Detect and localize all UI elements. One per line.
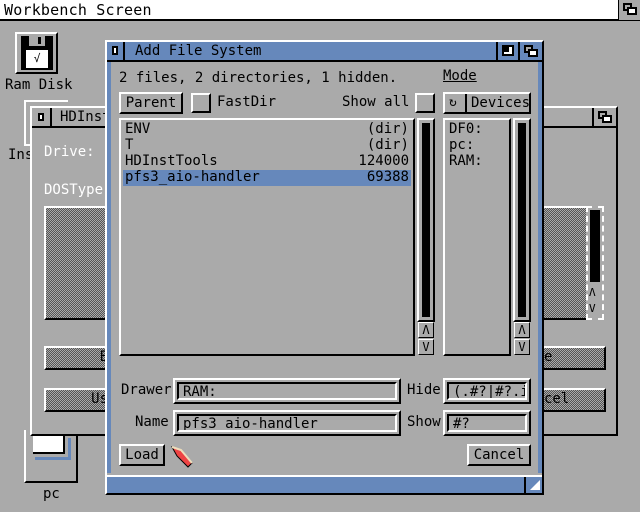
file-scroll-down-icon[interactable]: V xyxy=(418,339,434,355)
scroll-knob[interactable] xyxy=(422,123,430,317)
requester-title-bar[interactable]: Add File System xyxy=(107,42,542,62)
dostype-label: DOSType xyxy=(44,182,104,198)
dostype-list-left[interactable] xyxy=(44,206,114,320)
list-item[interactable]: HDInstTools 124000 xyxy=(123,154,411,168)
volume-scroll-down-icon[interactable]: V xyxy=(514,339,530,355)
hide-pattern-field[interactable]: (.#?|#?.i xyxy=(443,378,531,404)
file-list-scrollbar[interactable] xyxy=(417,118,435,322)
list-item[interactable]: pc: xyxy=(447,138,507,152)
screen-depth-gadget[interactable] xyxy=(618,0,640,20)
hdinst-title: HDInst xyxy=(60,109,111,125)
cycle-icon: ↻ xyxy=(449,95,457,110)
list-item[interactable]: DF0: xyxy=(447,122,507,136)
cancel-button[interactable]: Cancel xyxy=(467,444,531,466)
volume-scroll-up-icon[interactable]: Λ xyxy=(514,322,530,338)
resize-icon xyxy=(530,480,540,490)
fastdir-label: FastDir xyxy=(217,94,277,110)
requester-title: Add File System xyxy=(135,43,262,59)
depth-icon xyxy=(524,45,538,57)
hdinst-button-2[interactable]: e xyxy=(540,346,606,370)
drive-label: Drive: xyxy=(44,144,95,160)
ram-disk-icon[interactable]: √ xyxy=(15,32,58,74)
hdinst-depth-gadget[interactable] xyxy=(592,108,616,126)
drawer-label: Drawer xyxy=(121,382,172,398)
list-item[interactable]: RAM: xyxy=(447,154,507,168)
name-field[interactable]: pfs3_aio-handler xyxy=(173,410,401,436)
screen-title: Workbench Screen xyxy=(4,1,152,19)
show-label: Show xyxy=(407,414,441,430)
volume-list[interactable]: DF0: pc: RAM: xyxy=(443,118,511,356)
drawer-field[interactable]: RAM: xyxy=(173,378,401,404)
floppy-icon: √ xyxy=(21,36,53,70)
hdinst-scrollbar[interactable]: Λ V xyxy=(586,206,604,320)
mouse-pointer-icon xyxy=(171,446,193,468)
dostype-list-right[interactable] xyxy=(540,206,588,320)
list-item-selected[interactable]: pfs3_aio-handler 69388 xyxy=(123,170,411,186)
volume-list-scrollbar[interactable] xyxy=(513,118,531,322)
scroll-up-icon[interactable]: Λ xyxy=(589,286,596,299)
show-all-label: Show all xyxy=(342,94,410,110)
depth-icon xyxy=(623,3,637,15)
parent-button[interactable]: Parent xyxy=(119,92,183,114)
close-icon xyxy=(112,46,118,55)
scroll-knob[interactable] xyxy=(518,123,526,317)
hdinst-button-1[interactable]: E xyxy=(44,346,114,370)
screen-title-bar: Workbench Screen xyxy=(0,0,640,21)
fastdir-checkbox[interactable] xyxy=(191,93,211,113)
file-list[interactable]: ENV (dir) T (dir) HDInstTools 124000 pfs… xyxy=(119,118,415,356)
requester-bottom-border xyxy=(107,475,542,493)
requester-depth-gadget[interactable] xyxy=(518,42,542,60)
hdinst-cancel-button[interactable]: cel xyxy=(540,388,606,412)
zoom-gadget[interactable] xyxy=(496,42,518,60)
file-scroll-up-icon[interactable]: Λ xyxy=(418,322,434,338)
show-all-checkbox[interactable] xyxy=(415,93,435,113)
scroll-down-icon[interactable]: V xyxy=(589,302,596,315)
add-file-system-requester: Add File System 2 files, 2 directories, … xyxy=(105,40,544,495)
devices-cycle-button[interactable]: ↻ Devices xyxy=(443,92,531,114)
hdinst-button-3[interactable]: Us xyxy=(44,388,114,412)
list-item[interactable]: T (dir) xyxy=(123,138,411,152)
close-icon xyxy=(38,113,44,121)
hdinst-close-button[interactable] xyxy=(32,108,52,126)
ram-disk-label: Ram Disk xyxy=(5,77,73,93)
hide-label: Hide xyxy=(407,382,441,398)
mode-label: Mode xyxy=(443,68,477,84)
zoom-icon xyxy=(502,45,514,56)
name-label: Name xyxy=(135,414,169,430)
show-pattern-field[interactable]: #? xyxy=(443,410,531,436)
requester-close-button[interactable] xyxy=(107,42,125,60)
list-item[interactable]: ENV (dir) xyxy=(123,122,411,136)
pc-icon-label: pc xyxy=(43,486,60,502)
load-button[interactable]: Load xyxy=(119,444,165,466)
depth-icon xyxy=(598,111,612,123)
size-gadget[interactable] xyxy=(524,477,542,493)
status-text: 2 files, 2 directories, 1 hidden. xyxy=(119,70,398,86)
